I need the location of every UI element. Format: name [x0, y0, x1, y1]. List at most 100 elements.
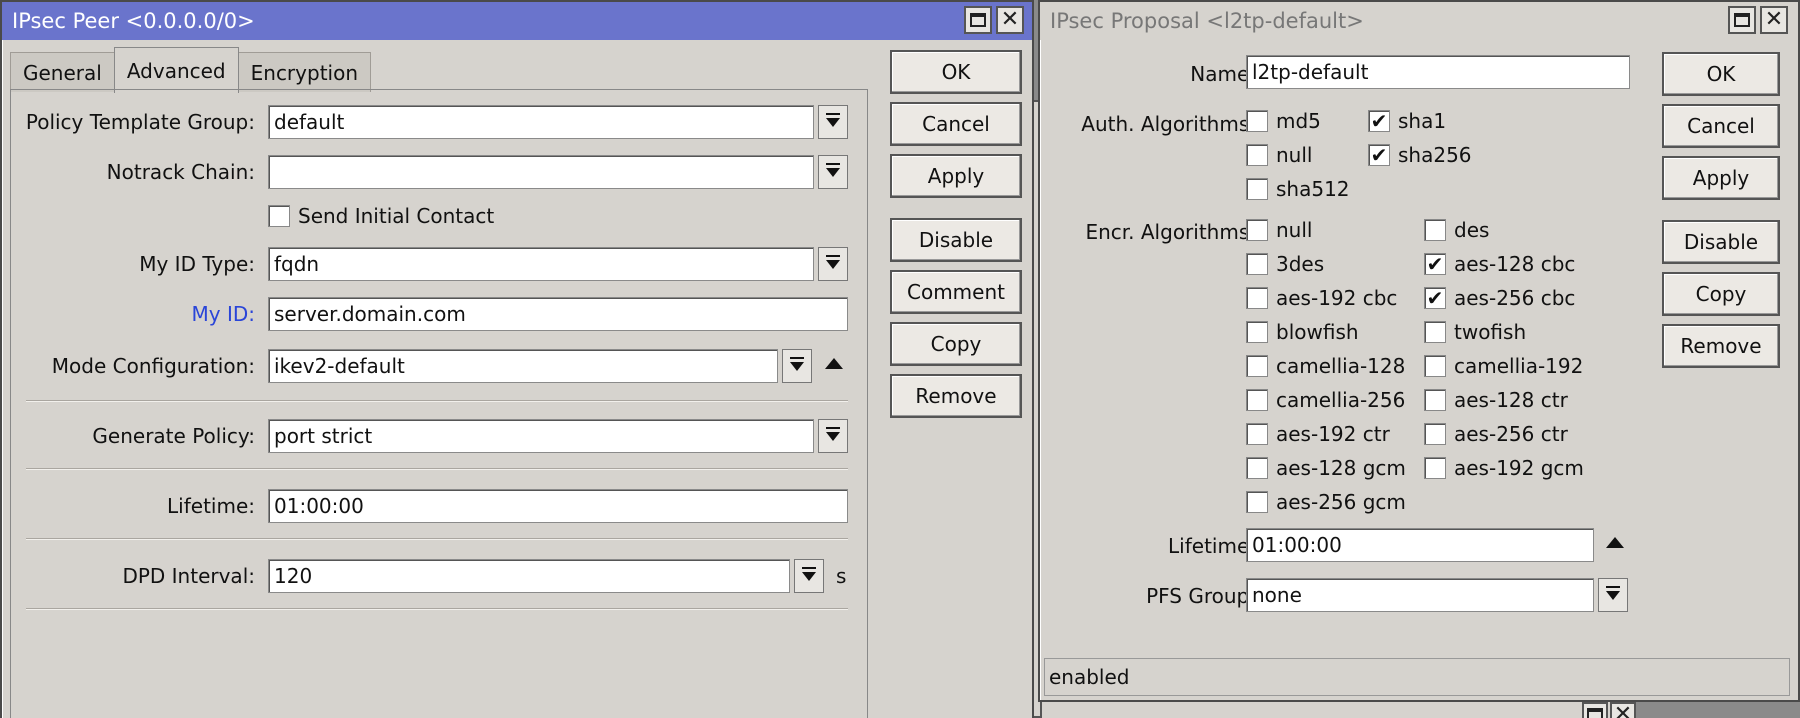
encr-null-checkbox[interactable]: null [1246, 218, 1312, 242]
dpd-interval-dropdown-button[interactable] [794, 559, 824, 593]
proposal-remove-button[interactable]: Remove [1662, 324, 1780, 368]
close-button[interactable]: ✕ [1610, 702, 1636, 718]
checkbox-box [1424, 355, 1446, 377]
auth-sha256-checkbox[interactable]: ✔ sha256 [1368, 143, 1472, 167]
tab-advanced[interactable]: Advanced [113, 47, 239, 93]
checkbox-box [1424, 321, 1446, 343]
checkbox-label: 3des [1276, 252, 1325, 276]
auth-sha512-checkbox[interactable]: sha512 [1246, 177, 1350, 201]
encr-camellia-256-checkbox[interactable]: camellia-256 [1246, 388, 1405, 412]
peer-close-button[interactable]: ✕ [996, 6, 1024, 34]
encr-aes-256-ctr-checkbox[interactable]: aes-256 ctr [1424, 422, 1568, 446]
encr-aes-192-gcm-checkbox[interactable]: aes-192 gcm [1424, 456, 1584, 480]
separator [26, 400, 848, 402]
checkbox-box [1424, 423, 1446, 445]
encr-aes-192-ctr-checkbox[interactable]: aes-192 ctr [1246, 422, 1390, 446]
mode-configuration-dropdown-button[interactable] [782, 349, 812, 383]
proposal-name-input[interactable]: l2tp-default [1246, 55, 1630, 89]
checkbox-label: sha1 [1398, 109, 1447, 133]
proposal-disable-button[interactable]: Disable [1662, 220, 1780, 264]
proposal-window-title: IPsec Proposal <l2tp-default> [1050, 9, 1364, 33]
encr-3des-checkbox[interactable]: 3des [1246, 252, 1324, 276]
notrack-chain-dropdown-button[interactable] [818, 155, 848, 189]
dpd-interval-unit: s [836, 564, 847, 588]
mode-configuration-field[interactable]: ikev2-default [268, 349, 778, 383]
dpd-interval-label: DPD Interval: [122, 564, 255, 588]
my-id-label: My ID: [191, 302, 256, 326]
policy-template-group-label: Policy Template Group: [25, 110, 255, 134]
proposal-apply-button[interactable]: Apply [1662, 156, 1780, 200]
checkbox-label: camellia-192 [1454, 354, 1584, 378]
my-id-type-field[interactable]: fqdn [268, 247, 814, 281]
maximize-icon [970, 13, 986, 27]
auth-algorithms-label: Auth. Algorithms: [1081, 112, 1256, 136]
checkbox-label: aes-128 ctr [1454, 388, 1568, 412]
proposal-titlebar[interactable]: IPsec Proposal <l2tp-default> [1040, 2, 1798, 40]
peer-copy-button[interactable]: Copy [890, 322, 1022, 366]
encr-twofish-checkbox[interactable]: twofish [1424, 320, 1526, 344]
dpd-interval-field[interactable]: 120 [268, 559, 790, 593]
generate-policy-field[interactable]: port strict [268, 419, 814, 453]
peer-cancel-button[interactable]: Cancel [890, 102, 1022, 146]
checkbox-label: md5 [1276, 109, 1321, 133]
policy-template-group-dropdown-button[interactable] [818, 105, 848, 139]
auth-sha1-checkbox[interactable]: ✔ sha1 [1368, 109, 1446, 133]
tab-encryption[interactable]: Encryption [237, 52, 371, 92]
pfs-group-dropdown-button[interactable] [1598, 578, 1628, 612]
notrack-chain-field[interactable] [268, 155, 814, 189]
encr-aes-256-gcm-checkbox[interactable]: aes-256 gcm [1246, 490, 1406, 514]
encr-camellia-128-checkbox[interactable]: camellia-128 [1246, 354, 1405, 378]
checkbox-box [1246, 287, 1268, 309]
ipsec-proposal-window: IPsec Proposal <l2tp-default> ✕ Name: l2… [1038, 0, 1800, 702]
encr-aes-128-cbc-checkbox[interactable]: ✔ aes-128 cbc [1424, 252, 1575, 276]
tab-general[interactable]: General [10, 52, 115, 92]
proposal-ok-button[interactable]: OK [1662, 52, 1780, 96]
peer-remove-button[interactable]: Remove [890, 374, 1022, 418]
maximize-button[interactable] [1582, 702, 1608, 718]
checkbox-box [1246, 321, 1268, 343]
mode-configuration-collapse-icon[interactable] [825, 358, 843, 369]
auth-null-checkbox[interactable]: null [1246, 143, 1312, 167]
peer-comment-button[interactable]: Comment [890, 270, 1022, 314]
checkbox-box [1246, 355, 1268, 377]
peer-lifetime-input[interactable]: 01:00:00 [268, 489, 848, 523]
generate-policy-label: Generate Policy: [92, 424, 255, 448]
policy-template-group-field[interactable]: default [268, 105, 814, 139]
proposal-cancel-button[interactable]: Cancel [1662, 104, 1780, 148]
encr-aes-256-cbc-checkbox[interactable]: ✔ aes-256 cbc [1424, 286, 1575, 310]
peer-ok-button[interactable]: OK [890, 50, 1022, 94]
generate-policy-dropdown-button[interactable] [818, 419, 848, 453]
peer-maximize-button[interactable] [964, 6, 992, 34]
encr-blowfish-checkbox[interactable]: blowfish [1246, 320, 1359, 344]
peer-apply-button[interactable]: Apply [890, 154, 1022, 198]
checkbox-box [1246, 178, 1268, 200]
dropdown-arrow-icon [826, 162, 840, 177]
checkbox-box: ✔ [1368, 110, 1390, 132]
send-initial-contact-checkbox[interactable]: Send Initial Contact [268, 204, 494, 228]
peer-disable-button[interactable]: Disable [890, 218, 1022, 262]
my-id-type-dropdown-button[interactable] [818, 247, 848, 281]
proposal-copy-button[interactable]: Copy [1662, 272, 1780, 316]
peer-titlebar[interactable]: IPsec Peer <0.0.0.0/0> [2, 2, 1032, 40]
checkbox-box: ✔ [1424, 287, 1446, 309]
encr-aes-128-ctr-checkbox[interactable]: aes-128 ctr [1424, 388, 1568, 412]
checkbox-box [268, 205, 290, 227]
encr-algorithms-label: Encr. Algorithms: [1085, 220, 1256, 244]
encr-des-checkbox[interactable]: des [1424, 218, 1489, 242]
pfs-group-field[interactable]: none [1246, 578, 1594, 612]
checkbox-label: des [1454, 218, 1490, 242]
encr-camellia-192-checkbox[interactable]: camellia-192 [1424, 354, 1583, 378]
proposal-maximize-button[interactable] [1728, 6, 1756, 34]
checkbox-label: camellia-128 [1276, 354, 1406, 378]
proposal-lifetime-input[interactable]: 01:00:00 [1246, 528, 1594, 562]
ipsec-peer-window: IPsec Peer <0.0.0.0/0> ✕ General Advance… [0, 0, 1034, 718]
my-id-input[interactable]: server.domain.com [268, 297, 848, 331]
proposal-lifetime-collapse-icon[interactable] [1606, 537, 1624, 548]
proposal-close-button[interactable]: ✕ [1760, 6, 1788, 34]
checkbox-box: ✔ [1368, 144, 1390, 166]
checkbox-label: twofish [1454, 320, 1527, 344]
encr-aes-128-gcm-checkbox[interactable]: aes-128 gcm [1246, 456, 1406, 480]
checkbox-label: aes-192 cbc [1276, 286, 1398, 310]
auth-md5-checkbox[interactable]: md5 [1246, 109, 1321, 133]
encr-aes-192-cbc-checkbox[interactable]: aes-192 cbc [1246, 286, 1397, 310]
